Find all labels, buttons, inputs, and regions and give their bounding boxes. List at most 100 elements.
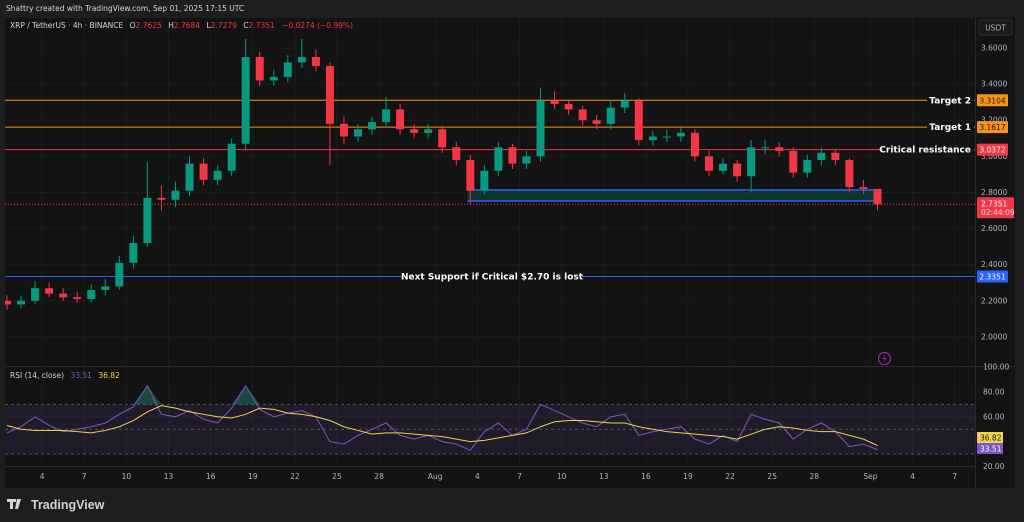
price-label-resistance: 3.0372 [977,143,1008,156]
candle-body [297,57,306,63]
candle-body [171,190,180,200]
candle-body [859,187,868,189]
candle-body [719,163,728,171]
candle-body [480,170,489,191]
time-tick-label: 4 [40,472,45,481]
price-label-text: 2.3351 [979,272,1005,281]
candle-body [845,159,854,188]
time-tick-label: 7 [952,472,957,481]
candle-body [311,57,320,67]
candle-body [817,152,826,160]
candle-body [269,76,278,81]
candle-body [761,147,770,149]
rsi-title: RSI (14, close) [10,371,64,380]
price-axis[interactable]: 3.60003.40003.20003.00002.80002.60002.40… [981,44,1007,342]
candle [634,98,643,146]
rsi-ma-axis-label: 36.82 [980,434,1002,443]
time-tick-label: 4 [910,472,915,481]
price-tick-label: 2.8000 [981,188,1007,197]
price-tick-label: 2.2000 [981,296,1007,305]
support-zone[interactable] [467,189,879,202]
candle-body [803,159,812,173]
candle-body [185,163,194,191]
candle-body [101,286,110,291]
time-tick-label: 25 [332,472,342,481]
bar-countdown: 02:44:09 [981,208,1015,217]
candle-body [354,129,362,137]
candle-body [648,136,657,141]
rsi-tick-label: 20.00 [983,462,1005,471]
price-tick-label: 2.4000 [981,260,1007,269]
candle-body [73,297,82,300]
candle-body [634,100,643,141]
resistance-level-label: Critical resistance [879,146,971,156]
candle-body [227,143,236,171]
rsi-axis-label: 33.51 [980,445,1002,454]
close-value: 2.7351 [249,21,275,30]
candle-body [508,147,517,164]
symbol-name: XRP / TetherUS · 4h · BINANCE [10,21,124,30]
price-label-support: 2.3351 [977,270,1008,283]
price-tick-label: 2.6000 [981,224,1007,233]
candle-body [382,109,391,123]
candle-body [578,109,587,121]
time-tick-label: 10 [557,472,567,481]
time-tick-label: 28 [810,472,820,481]
rsi-tick-label: 100.00 [983,363,1009,372]
time-tick-label: 28 [374,472,384,481]
right-margin [1015,18,1024,488]
open-value: 2.7625 [136,21,162,30]
rsi-value: 33.51 [70,371,92,380]
time-tick-label: 25 [767,472,777,481]
tradingview-chart[interactable]: Shattry created with TradingView.com, Se… [0,0,1024,522]
rsi-legend[interactable]: RSI (14, close) 33.51 36.82 [10,371,120,380]
candle-body [592,120,601,124]
time-tick-label: Aug [428,472,443,481]
candle-body [466,159,475,191]
credit-text: Shattry created with TradingView.com, Se… [6,4,244,13]
low-value: 2.7279 [211,21,237,30]
rsi-axis-value-labels: 36.82 33.51 [977,432,1003,454]
time-tick-label: Sep [863,472,877,481]
candle-body [255,57,264,81]
price-tick-label: 3.6000 [981,44,1007,53]
candle-body [87,290,96,300]
candle-body [550,100,559,104]
target-level-label: Target 1 [929,123,971,133]
candle-body [115,262,124,287]
candle-body [241,57,250,144]
candle-body [522,156,531,164]
time-tick-label: 13 [164,472,174,481]
candle-body [17,300,26,305]
candle-body [873,188,882,205]
candle-body [606,107,615,124]
candle-body [157,197,166,200]
candle-body [368,122,377,130]
currency-label: USDT [985,24,1006,33]
candle-body [396,109,405,130]
candle-body [747,147,756,177]
price-tick-label: 2.0000 [981,332,1007,341]
time-tick-label: 13 [599,472,609,481]
candle-body [536,100,545,157]
last-price-label: 2.735102:44:09 [977,197,1015,219]
symbol-legend[interactable]: XRP / TetherUS · 4h · BINANCE O2.7625 H2… [10,21,353,30]
time-tick-label: 7 [517,472,522,481]
time-tick-label: 19 [248,472,258,481]
time-tick-label: 4 [475,472,480,481]
time-tick-label: 19 [683,472,693,481]
candle-body [213,170,222,180]
time-tick-label: 22 [290,472,300,481]
candle-body [45,288,54,294]
currency-button[interactable]: USDT [978,19,1013,36]
candle-body [129,243,138,263]
time-tick-label: 16 [206,472,216,481]
change-value: −0.0274 (−0.99%) [282,21,353,30]
time-tick-label: 10 [122,472,132,481]
candle-body [143,197,152,244]
price-label-text: 3.0372 [979,146,1005,155]
support-zone-fill[interactable] [467,189,879,201]
price-label-text: 3.1617 [979,123,1005,132]
candle-body [705,156,713,171]
tradingview-logo-text: TradingView [31,498,105,512]
